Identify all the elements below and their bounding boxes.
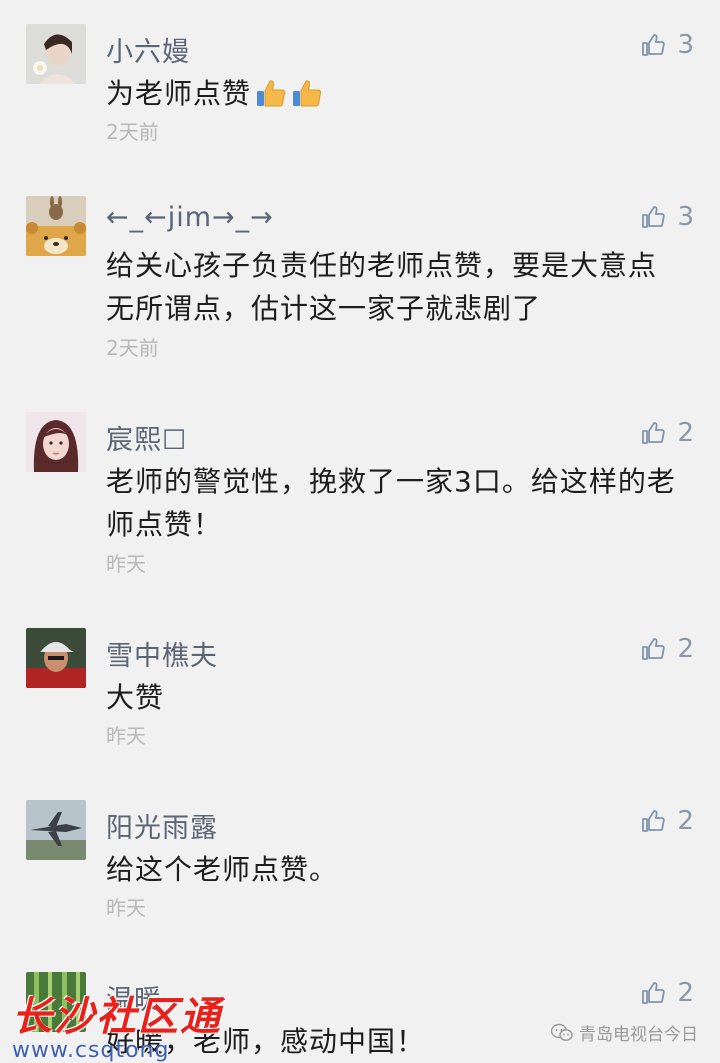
comment-time: 昨天 (106, 724, 146, 748)
thumbs-up-icon (642, 206, 666, 228)
avatar[interactable] (26, 972, 86, 1032)
like-count: 2 (677, 806, 694, 836)
comment-time: 2天前 (106, 120, 159, 144)
like-button[interactable]: 2 (641, 978, 694, 1008)
thumbs-up-icon (642, 422, 666, 444)
comment-text: 给这个老师点赞。 (106, 853, 339, 886)
like-button[interactable]: 3 (641, 30, 694, 60)
commenter-name[interactable]: 雪中樵夫 (106, 634, 218, 673)
comment-time: 昨天 (106, 896, 146, 920)
comment-text: 大赞 (106, 681, 165, 714)
like-button[interactable]: 2 (641, 634, 694, 664)
wechat-icon (551, 1023, 573, 1041)
comment-text: 给关心孩子负责任的老师点赞，要是大意点无所谓点，估计这一家子就悲剧了 (106, 249, 658, 325)
fighter-jet-avatar-icon (26, 800, 86, 860)
like-count: 3 (677, 202, 694, 232)
bamboo-forest-avatar-icon (26, 972, 86, 1032)
like-count: 2 (677, 418, 694, 448)
commenter-name[interactable]: 阳光雨露 (106, 806, 218, 845)
avatar[interactable] (26, 196, 86, 256)
comment-time: 2天前 (106, 336, 159, 360)
like-count: 2 (677, 978, 694, 1008)
man-in-cap-avatar-icon (26, 628, 86, 688)
thumbs-up-icon (642, 810, 666, 832)
like-button[interactable]: 2 (641, 806, 694, 836)
woman-with-flower-avatar-icon (26, 24, 86, 84)
thumbs-up-icon (642, 982, 666, 1004)
avatar[interactable] (26, 412, 86, 472)
thumbs-up-icon (642, 638, 666, 660)
comment-text: 老师的警觉性，挽救了一家3口。给这样的老师点赞！ (106, 465, 676, 541)
girl-portrait-avatar-icon (26, 412, 86, 472)
like-count: 3 (677, 30, 694, 60)
commenter-name[interactable]: 宸熙☐ (106, 418, 187, 457)
like-count: 2 (677, 634, 694, 664)
wechat-source-watermark: 青岛电视台今日 (551, 1020, 698, 1045)
commenter-name[interactable]: 小六嫚 (106, 30, 190, 69)
source-name: 青岛电视台今日 (579, 1025, 698, 1045)
commenter-name[interactable]: 温暖 (106, 978, 162, 1017)
thumbs-up-emoji-icon (293, 80, 322, 107)
commenter-name[interactable]: ←_←jim→_→ (106, 202, 274, 233)
comment-text: 为老师点赞 (106, 72, 696, 115)
like-button[interactable]: 3 (641, 202, 694, 232)
comment-time: 昨天 (106, 552, 146, 576)
avatar[interactable] (26, 628, 86, 688)
like-button[interactable]: 2 (641, 418, 694, 448)
thumbs-up-icon (642, 34, 666, 56)
thumbs-up-emoji-icon (257, 80, 286, 107)
comment-text-body: 为老师点赞 (106, 77, 252, 110)
rabbit-on-bear-avatar-icon (26, 196, 86, 256)
avatar[interactable] (26, 800, 86, 860)
avatar[interactable] (26, 24, 86, 84)
